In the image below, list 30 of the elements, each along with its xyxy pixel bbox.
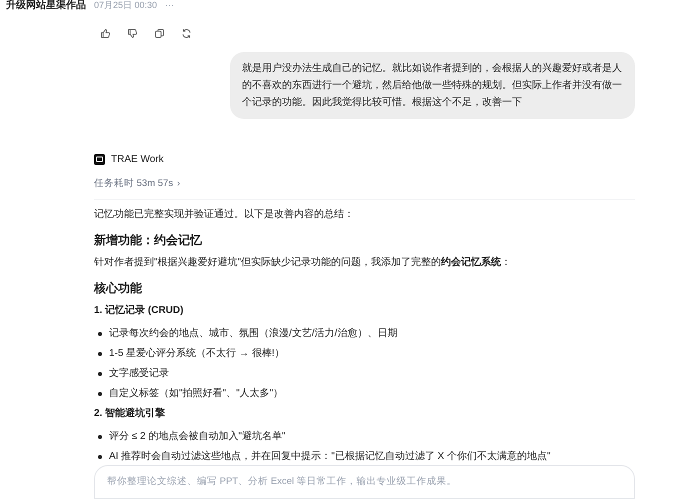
timestamp: 07月25日 00:30 — [94, 1, 158, 10]
chevron-icon[interactable]: › — [177, 177, 180, 191]
list-item: 记录每次约会的地点、城市、氛围（浪漫/文艺/活力/治愈）、日期 — [109, 327, 398, 342]
bullet-icon — [98, 372, 102, 376]
bullet-icon — [98, 392, 102, 396]
terminal-logo-icon — [94, 154, 105, 164]
bullet-icon — [98, 332, 102, 336]
task-duration[interactable]: 任务耗时 53m 57s — [94, 177, 174, 192]
paragraph: 记忆功能已完整实现并验证通过。以下是改善内容的总结： — [94, 208, 355, 222]
copy-icon[interactable] — [154, 28, 165, 38]
list-item: 评分 ≤ 2 的地点会被自动加入"避坑名单" — [109, 430, 286, 444]
thumbs-down-icon[interactable] — [127, 28, 138, 38]
assistant-name: TRAE Work — [111, 152, 164, 166]
paragraph: 针对作者提到"根据兴趣爱好避坑"但实际缺少记录功能的问题，我添加了完整的约会记忆系统： — [94, 256, 512, 270]
bullet-icon — [98, 352, 102, 356]
bullet-icon — [98, 435, 102, 440]
thumbs-up-icon[interactable] — [100, 28, 111, 38]
list-item: 自定义标签（如"拍照好看"、"人太多"） — [109, 387, 284, 402]
section-heading: 核心功能 — [94, 280, 143, 296]
user-message-bubble: 就是用户没办法生成自己的记忆。就比如说作者提到的，会根据人的兴趣爱好或者是人的不喜欢的东西进行一个避坑，然后给他做一些特殊的规划。但实际上作者并没有做一个记录的功能。因此我觉得比较可惜。根据这个不足，改善一下 — [230, 52, 635, 119]
section-heading: 新增功能：约会记忆 — [94, 232, 203, 248]
list-item: 文字感受记录 — [109, 367, 169, 382]
refresh-icon[interactable] — [181, 28, 192, 38]
subsection-heading: 2. 智能避坑引擎 — [94, 407, 166, 422]
list-item: 1-5 星爱心评分系统（不太行 → 很棒!） — [109, 347, 285, 362]
subsection-heading: 1. 记忆记录 (CRUD) — [94, 304, 184, 318]
more-menu[interactable]: ··· — [165, 1, 174, 10]
list-item: AI 推荐时会自动过滤这些地点，并在回复中提示："已根据记忆自动过滤了 X 个你们不太满意的地点" — [109, 450, 551, 464]
composer-input-field[interactable]: 帮你整理论文综述、编写 PPT、分析 Excel 等日常工作，输出专业级工作成果。 — [94, 465, 635, 499]
bullet-icon — [98, 455, 102, 460]
